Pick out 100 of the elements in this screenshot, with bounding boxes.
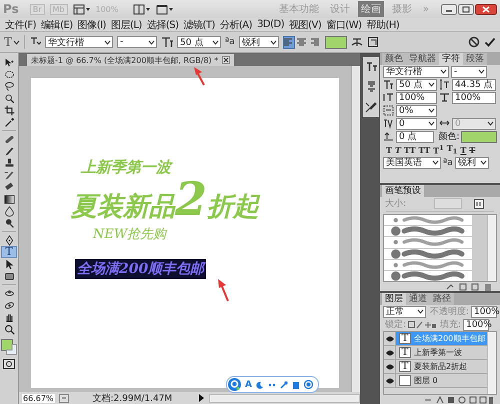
horizontal-scrollbar[interactable] — [209, 394, 360, 402]
align-button[interactable] — [296, 36, 308, 48]
screen-mode-icon[interactable] — [156, 4, 174, 14]
panel-tab[interactable]: 导航器 — [406, 53, 439, 65]
menu-item[interactable]: 滤镜(T) — [183, 18, 215, 32]
commit-icon[interactable] — [484, 36, 496, 48]
font-size-dropdown[interactable]: 50 点 — [396, 78, 437, 90]
baseline-shift-field[interactable]: 0 点 — [396, 130, 434, 142]
character-panel-icon[interactable] — [364, 61, 378, 73]
kerning-dropdown[interactable]: 0 — [396, 118, 437, 130]
menu-item[interactable]: 帮助(H) — [366, 18, 400, 32]
smallcaps-style-button[interactable]: TT — [418, 144, 430, 154]
menu-item[interactable]: 图层(L) — [110, 18, 142, 32]
language-mode-toggle[interactable]: A — [245, 380, 252, 390]
menu-item[interactable]: 选择(S) — [146, 18, 178, 32]
eye-icon[interactable] — [386, 350, 394, 356]
language-dropdown[interactable]: 美国英语 — [383, 156, 441, 168]
panel-toggle-icon[interactable] — [366, 36, 379, 48]
vertical-scrollbar[interactable] — [487, 332, 496, 394]
blend-mode-dropdown[interactable]: 正常 — [383, 306, 426, 318]
brush-footer-icon[interactable] — [446, 282, 494, 290]
menu-item[interactable]: 分析(A) — [220, 18, 252, 32]
brush-preset[interactable] — [384, 270, 472, 282]
align-button[interactable] — [308, 36, 321, 48]
close-icon[interactable] — [222, 56, 230, 64]
input-method-toolbar[interactable]: A — [226, 376, 319, 393]
menu-item[interactable]: 视图(V) — [289, 18, 322, 32]
brush-preset[interactable] — [384, 237, 472, 248]
layer-row[interactable]: T 全场满200顺丰包邮 — [384, 332, 487, 346]
eye-icon[interactable] — [386, 336, 394, 342]
tsume-dropdown[interactable]: 0% — [396, 104, 437, 116]
size-field[interactable] — [434, 198, 462, 209]
leading-dropdown[interactable]: 44.35 点 — [452, 78, 496, 90]
brush-preset[interactable] — [384, 215, 472, 226]
panel-tab[interactable]: 画笔预设 — [382, 185, 424, 197]
play-icon[interactable] — [198, 394, 206, 402]
quick-mask-icon[interactable] — [3, 359, 15, 369]
text-color-swatch[interactable] — [324, 36, 347, 48]
menu-item[interactable]: 窗口(W) — [326, 18, 362, 32]
background-color-swatch[interactable] — [6, 344, 17, 355]
antialias-dropdown[interactable]: 锐利 — [238, 36, 279, 48]
panel-tab[interactable]: 字符 — [439, 53, 463, 65]
menu-item[interactable]: 文件(F) — [5, 18, 36, 32]
workspace-button[interactable]: 绘画 — [358, 1, 384, 17]
eye-icon[interactable] — [386, 378, 394, 384]
panel-tab[interactable]: 路径 — [430, 293, 454, 305]
text-color-swatch[interactable] — [461, 130, 497, 142]
horizontal-scale-field[interactable]: 100% — [452, 92, 496, 104]
export-icon[interactable] — [58, 394, 69, 402]
eye-icon[interactable] — [386, 364, 394, 370]
opacity-field[interactable]: 100% — [471, 306, 497, 318]
minimize-icon[interactable] — [441, 4, 457, 14]
panel-tab[interactable]: 图层 — [382, 293, 406, 305]
menu-item[interactable]: 编辑(E) — [41, 18, 73, 32]
strike-style-button[interactable]: T — [469, 144, 476, 154]
layer-row[interactable]: T 上新季第一波 — [384, 346, 487, 360]
arrange-icon[interactable] — [132, 4, 150, 14]
type-tool[interactable]: T — [1, 246, 17, 258]
smiley-icon[interactable] — [304, 380, 313, 389]
font-size-dropdown[interactable]: 50 点 — [177, 36, 222, 48]
vertical-scrollbar[interactable] — [487, 215, 496, 281]
panel-tab[interactable]: 通道 — [406, 293, 430, 305]
vertical-scrollbar[interactable] — [351, 66, 360, 392]
ime-logo-icon[interactable] — [228, 378, 241, 391]
moon-icon[interactable] — [256, 380, 264, 388]
font-style-dropdown[interactable]: - — [451, 66, 487, 78]
brush-settings-icon[interactable] — [364, 101, 378, 113]
menu-item[interactable]: 3D(D) — [257, 19, 284, 30]
restore-icon[interactable] — [458, 4, 474, 14]
font-family-dropdown[interactable]: 华文行楷 — [45, 36, 114, 48]
font-style-dropdown[interactable]: - — [117, 36, 158, 48]
antialias-dropdown[interactable]: 锐利 — [454, 156, 489, 168]
font-family-dropdown[interactable]: 华文行楷 — [383, 66, 449, 78]
foreground-color-swatch[interactable] — [1, 339, 13, 351]
bold-style-button[interactable]: T — [386, 144, 392, 154]
warp-text-icon[interactable] — [350, 36, 363, 48]
brush-preset[interactable] — [384, 248, 472, 259]
panel-tab[interactable]: 段落 — [463, 53, 487, 65]
cancel-icon[interactable] — [468, 36, 480, 48]
menu-item[interactable]: 图像(I) — [78, 18, 106, 32]
wrench-icon[interactable] — [280, 380, 288, 388]
layer-row[interactable]: 图层 0 — [384, 374, 487, 388]
underline-style-button[interactable]: T — [460, 144, 466, 154]
layer-footer-icon[interactable] — [424, 396, 494, 404]
vertical-scale-field[interactable]: 100% — [396, 92, 437, 104]
align-button[interactable] — [282, 36, 295, 48]
clipboard-icon[interactable] — [292, 380, 300, 388]
zoom-level-field[interactable]: 66.67% — [22, 394, 55, 402]
sub-style-button[interactable]: T$_{1}$ — [446, 143, 458, 156]
document-tab[interactable]: 未标题-1 @ 66.7% (全场满200顺丰包邮, RGB/8) * — [27, 54, 234, 66]
caps-style-button[interactable]: TT — [404, 144, 416, 154]
brush-preset[interactable] — [384, 226, 472, 236]
close-icon[interactable] — [475, 4, 497, 14]
tool-preset-picker[interactable]: T — [4, 35, 12, 49]
brush-preset[interactable] — [384, 260, 472, 270]
super-style-button[interactable]: T$^{1}$ — [433, 144, 444, 156]
view-extras-icon[interactable] — [72, 4, 90, 14]
lock-options-icon[interactable] — [408, 320, 436, 328]
layer-row[interactable]: T 夏装新品2折起 — [384, 360, 487, 374]
panel-tab[interactable]: 颜色 — [382, 53, 406, 65]
